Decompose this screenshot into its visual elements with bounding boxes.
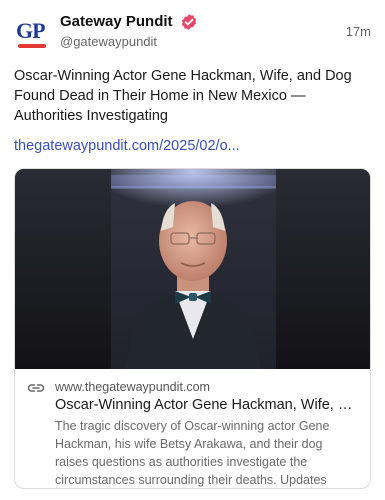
link-icon — [27, 384, 45, 392]
card-title[interactable]: Oscar-Winning Actor Gene Hackman, Wife, … — [55, 395, 358, 415]
avatar[interactable]: GP — [14, 14, 50, 52]
card-body: www.thegatewaypundit.com Oscar-Winning A… — [15, 369, 370, 488]
card-domain: www.thegatewaypundit.com — [55, 380, 210, 394]
post-timestamp[interactable]: 17m — [346, 24, 371, 39]
avatar-logo-text: GP — [16, 18, 46, 43]
author-info: Gateway Pundit @gatewaypundit — [60, 12, 198, 50]
card-description: The tragic discovery of Oscar-winning ac… — [55, 419, 330, 487]
author-handle[interactable]: @gatewaypundit — [60, 34, 198, 50]
link-preview-card[interactable]: www.thegatewaypundit.com Oscar-Winning A… — [14, 168, 371, 489]
card-image[interactable] — [15, 169, 370, 369]
post-header: GP Gateway Pundit @gatewaypundit 17m — [14, 12, 371, 54]
verified-badge-icon — [181, 14, 197, 30]
avatar-swoosh — [18, 44, 46, 48]
post-text: Oscar-Winning Actor Gene Hackman, Wife, … — [14, 68, 352, 124]
post-link[interactable]: thegatewaypundit.com/2025/02/o... — [14, 136, 240, 156]
portrait-photo — [15, 169, 370, 369]
author-name[interactable]: Gateway Pundit — [60, 12, 173, 32]
